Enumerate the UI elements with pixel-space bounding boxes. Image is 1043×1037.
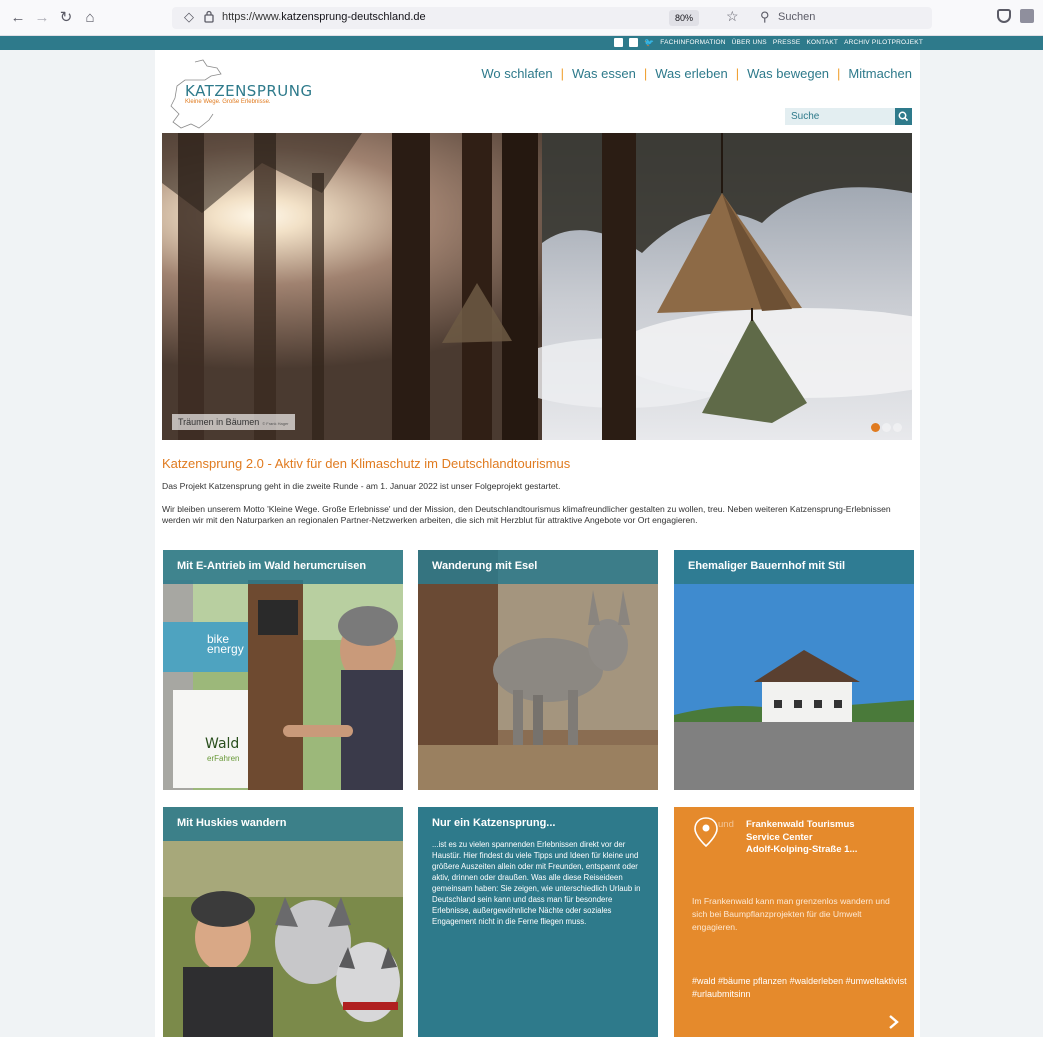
topbar-link-fachinformation[interactable]: FACHINFORMATION <box>660 39 725 46</box>
chevron-right-icon[interactable] <box>886 1015 900 1029</box>
browser-toolbar: ← → ↻ ⌂ ◇ https://www.katzensprung-deuts… <box>0 0 1043 36</box>
slider-dot[interactable] <box>893 423 902 432</box>
extension-icon[interactable] <box>1020 9 1034 23</box>
bookmark-star-icon[interactable]: ☆ <box>726 8 739 25</box>
card-header: Mit E-Antrieb im Wald herumcruisen <box>163 550 403 584</box>
address-bar[interactable]: ◇ https://www.katzensprung-deutschland.d… <box>172 7 932 29</box>
provider-prefix: und <box>718 819 734 830</box>
facebook-icon[interactable]: f <box>614 38 624 47</box>
search-icon: ⚲ <box>760 9 770 24</box>
hero-pagination <box>871 423 902 432</box>
nav-was-essen[interactable]: Was essen <box>572 66 636 81</box>
topbar-link-presse[interactable]: PRESSE <box>773 39 801 46</box>
card-image-ebike <box>163 550 403 790</box>
provider-street: Adolf-Kolping-Straße 1... <box>746 844 858 855</box>
zoom-level-badge[interactable]: 80% <box>669 10 700 26</box>
provider-line: Service Center <box>746 831 813 843</box>
card-header: Ehemaliger Bauernhof mit Stil <box>674 550 914 584</box>
provider-name: Frankenwald Tourismus <box>746 819 855 830</box>
url-domain: katzensprung-deutschland.de <box>281 11 426 23</box>
logo-tagline: Kleine Wege. Große Erlebnisse. <box>185 99 271 105</box>
site-search-input[interactable] <box>785 108 895 125</box>
page-content: KATZENSPRUNG Kleine Wege. Große Erlebnis… <box>155 50 920 1037</box>
main-navigation: Wo schlafen | Was essen | Was erleben | … <box>481 66 912 81</box>
site-top-bar: f ◎ 🐦 FACHINFORMATION ÜBER UNS PRESSE KO… <box>0 36 1043 50</box>
card-image-farmhouse <box>674 550 914 790</box>
hero-caption-credit: © Frank Hager <box>262 421 289 426</box>
intro-paragraph: Wir bleiben unserem Motto 'Kleine Wege. … <box>162 504 891 525</box>
card-title: Mit Huskies wandern <box>177 817 287 829</box>
card-body-text: Im Frankenwald kann man grenzenlos wande… <box>692 896 890 932</box>
bike-energy-brand: bike energy <box>207 633 244 656</box>
site-logo[interactable]: KATZENSPRUNG Kleine Wege. Große Erlebnis… <box>165 58 312 129</box>
nav-separator: | <box>837 66 841 81</box>
nav-was-bewegen[interactable]: Was bewegen <box>747 66 829 81</box>
card-huskies[interactable]: Mit Huskies wandern <box>163 807 403 1037</box>
hero-image <box>162 133 912 440</box>
twitter-icon[interactable]: 🐦 <box>644 38 654 47</box>
card-title: Nur ein Katzensprung... <box>432 817 556 829</box>
sign-text: Wald <box>205 736 240 752</box>
card-nur-ein-katzensprung[interactable]: Nur ein Katzensprung... ...ist es zu vie… <box>418 807 658 1037</box>
topbar-link-ueber-uns[interactable]: ÜBER UNS <box>732 39 767 46</box>
card-body-text: ...ist es zu vielen spannenden Erlebniss… <box>432 840 641 926</box>
card-image-donkey <box>418 550 658 790</box>
nav-separator: | <box>735 66 740 81</box>
pocket-icon[interactable] <box>997 9 1011 23</box>
browser-search-field[interactable]: Suchen <box>778 11 815 23</box>
card-e-antrieb[interactable]: bike energy Wald erFahren Mit E-Antrieb i… <box>163 550 403 790</box>
card-title: Wanderung mit Esel <box>432 560 538 572</box>
provider-address: und Frankenwald Tourismus Service Center… <box>718 819 858 857</box>
back-icon[interactable]: ← <box>8 8 28 28</box>
forward-icon[interactable]: → <box>32 8 52 28</box>
nav-was-erleben[interactable]: Was erleben <box>655 66 728 81</box>
tracking-shield-icon[interactable]: ◇ <box>184 9 194 25</box>
hero-slider[interactable]: Träumen in Bäumen © Frank Hager <box>162 133 912 440</box>
card-header: Wanderung mit Esel <box>418 550 658 584</box>
slider-dot[interactable] <box>871 423 880 432</box>
topbar-link-archiv[interactable]: ARCHIV PILOTPROJEKT <box>844 39 923 46</box>
site-search-button[interactable] <box>895 108 912 125</box>
home-icon[interactable]: ⌂ <box>80 8 100 28</box>
card-hashtags: #wald #bäume pflanzen #walderleben #umwe… <box>692 976 907 999</box>
lock-icon[interactable] <box>204 10 214 23</box>
slider-dot[interactable] <box>882 423 891 432</box>
search-icon <box>898 111 909 122</box>
logo-title: KATZENSPRUNG <box>185 82 313 100</box>
card-frankenwald[interactable]: und Frankenwald Tourismus Service Center… <box>674 807 914 1037</box>
reload-icon[interactable]: ↻ <box>56 8 76 28</box>
card-title: Mit E-Antrieb im Wald herumcruisen <box>177 560 367 572</box>
card-header: Mit Huskies wandern <box>163 807 403 841</box>
intro-paragraph: Das Projekt Katzensprung geht in die zwe… <box>162 481 561 491</box>
url-prefix: https://www. <box>222 11 282 23</box>
card-bauernhof[interactable]: Ehemaliger Bauernhof mit Stil <box>674 550 914 790</box>
nav-wo-schlafen[interactable]: Wo schlafen <box>481 66 552 81</box>
instagram-icon[interactable]: ◎ <box>629 38 639 47</box>
card-title: Ehemaliger Bauernhof mit Stil <box>688 560 846 572</box>
hero-caption: Träumen in Bäumen © Frank Hager <box>172 414 295 430</box>
card-esel[interactable]: Wanderung mit Esel <box>418 550 658 790</box>
nav-separator: | <box>643 66 648 81</box>
site-search <box>785 108 912 125</box>
topbar-link-kontakt[interactable]: KONTAKT <box>806 39 838 46</box>
url-text[interactable]: https://www.katzensprung-deutschland.de <box>222 11 426 23</box>
hero-caption-title: Träumen in Bäumen <box>178 417 260 427</box>
sign-text: erFahren <box>207 754 240 763</box>
card-image-huskies <box>163 807 403 1037</box>
nav-separator: | <box>560 66 565 81</box>
nav-mitmachen[interactable]: Mitmachen <box>848 66 912 81</box>
sign-text: energy <box>207 642 244 656</box>
intro-title: Katzensprung 2.0 - Aktiv für den Klimasc… <box>162 456 571 471</box>
location-pin-icon <box>694 817 718 847</box>
